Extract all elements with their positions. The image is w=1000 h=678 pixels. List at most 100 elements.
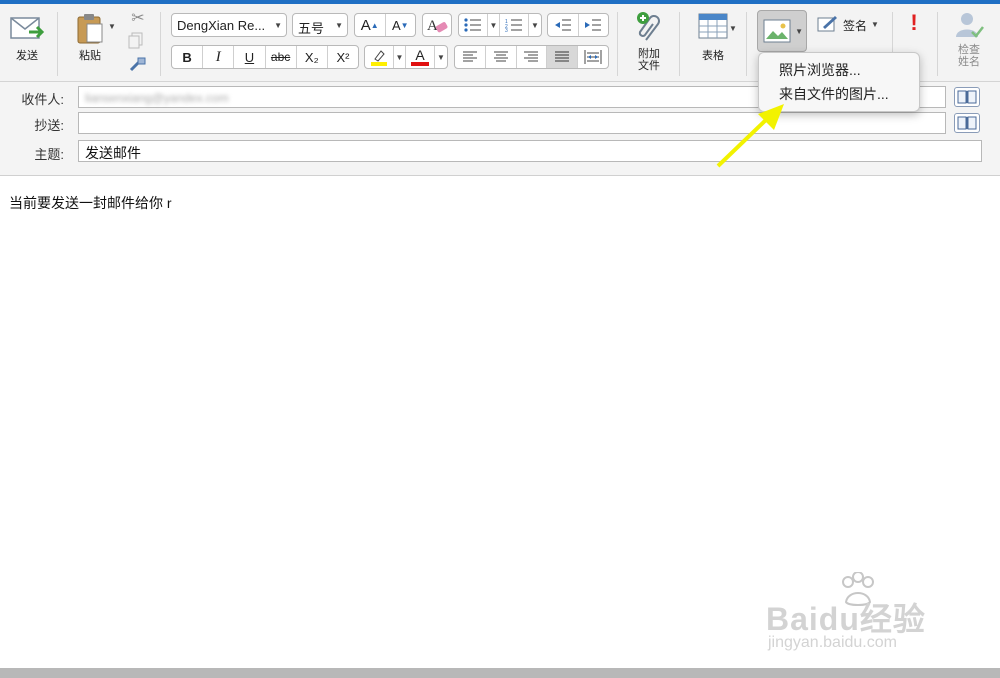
check-names-button[interactable]: 检查 姓名 (950, 10, 988, 76)
highlight-button[interactable] (365, 46, 394, 68)
superscript-glyph: X² (336, 49, 350, 65)
outdent-icon (554, 19, 571, 31)
address-book-icon (957, 90, 977, 104)
bullet-list-caret[interactable]: ▼ (488, 14, 500, 36)
chevron-down-icon: ▼ (335, 21, 343, 30)
message-body-text[interactable]: 当前要发送一封邮件给你 r (9, 193, 172, 213)
address-book-to-button[interactable] (954, 87, 980, 107)
font-name-value: DengXian Re... (177, 18, 266, 33)
underline-glyph: U (244, 49, 255, 65)
shrink-font-button[interactable]: A ▼ (386, 14, 416, 36)
numbered-list-icon: 123 (505, 19, 522, 32)
list-group: ▼ 123 ▼ (458, 13, 542, 37)
picture-button[interactable]: ▼ (757, 10, 807, 52)
svg-text:3: 3 (505, 28, 508, 32)
justify-icon (555, 51, 570, 62)
increase-indent-button[interactable] (579, 14, 609, 36)
signature-button[interactable]: 签名 ▼ (817, 14, 881, 36)
chevron-down-icon: ▼ (871, 20, 879, 29)
subject-field[interactable]: 发送邮件 (78, 140, 982, 162)
text-style-group: B I U abc X₂ X² (171, 45, 359, 69)
separator (746, 12, 747, 76)
paperclip-icon (637, 12, 660, 41)
strikethrough-button[interactable]: abc (266, 46, 297, 68)
align-center-button[interactable] (486, 46, 517, 68)
italic-glyph: I (215, 48, 221, 65)
cut-icon[interactable]: ✂ (127, 8, 149, 28)
copy-icon[interactable] (127, 32, 149, 52)
subject-value: 发送邮件 (85, 145, 141, 161)
shrink-font-glyph: A (391, 17, 401, 33)
check-names-label-line1: 检查 (958, 44, 980, 56)
numbered-list-button[interactable]: 123 (500, 14, 529, 36)
superscript-button[interactable]: X² (328, 46, 358, 68)
decrease-indent-button[interactable] (548, 14, 579, 36)
menu-item-photo-browser[interactable]: 照片浏览器... (759, 58, 919, 82)
paste-button[interactable]: 粘贴 (66, 10, 114, 72)
underline-button[interactable]: U (234, 46, 266, 68)
align-right-icon (524, 51, 539, 62)
to-label: 收件人: (21, 92, 64, 107)
indent-icon (585, 19, 602, 31)
watermark-url: jingyan.baidu.com (768, 634, 897, 651)
format-painter-icon[interactable] (127, 56, 149, 76)
signature-label: 签名 (843, 19, 868, 33)
cc-field[interactable] (78, 112, 946, 134)
check-names-label-line2: 姓名 (958, 56, 980, 68)
highlight-caret[interactable]: ▼ (394, 46, 406, 68)
font-size-value: 五号 (298, 21, 325, 36)
font-color-button[interactable]: A (406, 46, 435, 68)
table-icon (698, 13, 728, 39)
separator (160, 12, 161, 76)
send-label: 发送 (16, 50, 38, 62)
indent-group (547, 13, 609, 37)
separator (679, 12, 680, 76)
bullet-list-button[interactable] (459, 14, 488, 36)
paste-dropdown-caret[interactable]: ▼ (108, 22, 116, 31)
align-right-button[interactable] (517, 46, 548, 68)
font-color-glyph: A (415, 47, 425, 63)
grow-font-glyph: A (360, 16, 371, 34)
alignment-group (454, 45, 609, 69)
subject-label: 主题: (34, 147, 64, 162)
svg-text:A: A (427, 18, 438, 34)
grow-font-button[interactable]: A ▲ (355, 14, 386, 36)
exclamation-icon: ! (910, 10, 918, 35)
bold-glyph: B (182, 49, 192, 65)
numbered-list-caret[interactable]: ▼ (529, 14, 541, 36)
high-importance-button[interactable]: ! (904, 10, 924, 40)
separator (937, 12, 938, 76)
address-book-cc-button[interactable] (954, 113, 980, 133)
signature-icon (817, 16, 837, 32)
align-left-button[interactable] (455, 46, 486, 68)
cc-label: 抄送: (34, 118, 64, 133)
attach-label-line2: 文件 (638, 60, 660, 72)
align-center-icon (493, 51, 508, 62)
strike-glyph: abc (270, 50, 291, 64)
subscript-button[interactable]: X₂ (297, 46, 328, 68)
table-button[interactable]: 表格 (690, 10, 736, 70)
font-name-select[interactable]: DengXian Re... ▼ (171, 13, 287, 37)
bullet-list-icon (464, 18, 481, 32)
font-size-select[interactable]: 五号 ▼ (292, 13, 348, 37)
picture-icon (763, 19, 791, 43)
eraser-icon: A (427, 18, 448, 34)
send-button[interactable]: 发送 (6, 12, 48, 72)
distribute-button[interactable] (578, 46, 608, 68)
send-icon (10, 17, 45, 39)
table-label: 表格 (702, 50, 724, 62)
attach-file-button[interactable]: 附加 文件 (628, 10, 670, 76)
font-grow-shrink-group: A ▲ A ▼ (354, 13, 416, 37)
justify-button[interactable] (547, 46, 579, 68)
font-color-caret[interactable]: ▼ (435, 46, 447, 68)
align-left-icon (462, 51, 477, 62)
person-check-icon (956, 13, 984, 38)
table-dropdown-caret[interactable]: ▼ (729, 24, 737, 33)
annotation-arrow (716, 104, 784, 168)
bold-button[interactable]: B (172, 46, 204, 68)
italic-button[interactable]: I (203, 46, 235, 68)
clear-formatting-button[interactable]: A (422, 13, 452, 37)
highlighter-icon (371, 50, 387, 66)
chevron-down-icon: ▼ (274, 21, 282, 30)
font-color-swatch (411, 62, 429, 66)
